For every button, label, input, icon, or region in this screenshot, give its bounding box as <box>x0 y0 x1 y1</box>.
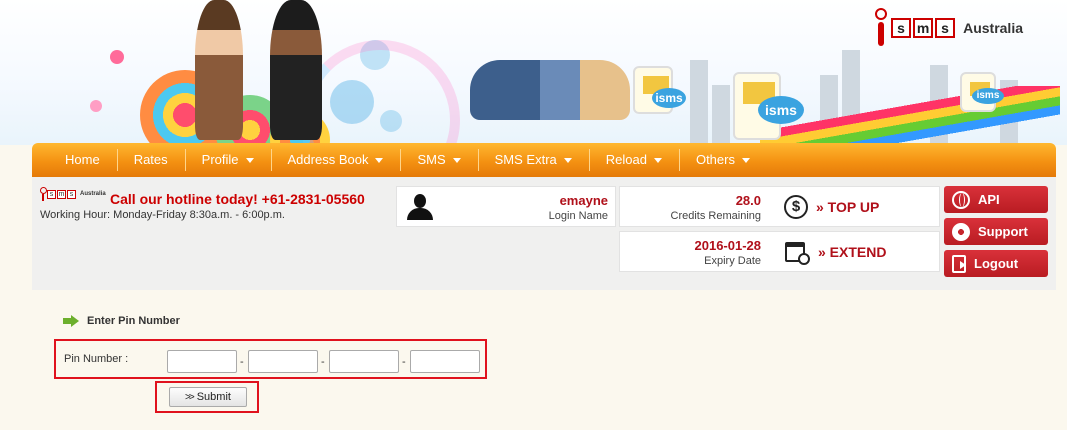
expiry-label: Expiry Date <box>704 255 761 267</box>
logo-letter: s <box>935 18 956 38</box>
submit-highlight: >> Submit <box>155 381 259 413</box>
credits-value: 28.0 <box>735 193 761 208</box>
caret-down-icon <box>653 158 662 164</box>
pin-input-2[interactable] <box>248 350 318 373</box>
nav-address-book[interactable]: Address Book <box>270 143 401 177</box>
decorative-rainbow-arc <box>300 40 460 145</box>
credits-card: 28.0 Credits Remaining $ » TOP UP <box>619 186 940 227</box>
pin-separator: - <box>402 356 406 368</box>
logout-icon <box>952 254 966 273</box>
login-name-label: Login Name <box>548 210 608 222</box>
logo-i-icon <box>873 8 889 48</box>
extend-button[interactable]: » EXTEND <box>784 238 934 266</box>
green-arrow-icon <box>63 315 79 327</box>
expiry-value: 2016-01-28 <box>694 238 762 253</box>
support-button[interactable]: Support <box>944 218 1048 245</box>
pin-separator: - <box>240 356 244 368</box>
pin-separator: - <box>321 356 325 368</box>
api-button[interactable]: API <box>944 186 1048 213</box>
banner-person-lying <box>470 60 630 120</box>
double-chevron-right-icon: >> <box>185 391 195 403</box>
logo-i-icon <box>40 187 47 201</box>
credits-label: Credits Remaining <box>670 210 761 222</box>
top-up-button[interactable]: $ » TOP UP <box>784 193 934 221</box>
nav-profile[interactable]: Profile <box>184 143 271 177</box>
logo-word: Australia <box>963 20 1023 36</box>
small-isms-logo: s m s Australia <box>40 187 106 201</box>
skyline-building <box>712 85 730 145</box>
user-card: emayne Login Name <box>396 186 616 227</box>
decorative-star <box>110 50 124 64</box>
caret-down-icon <box>563 158 572 164</box>
globe-icon <box>952 190 970 209</box>
isms-australia-logo[interactable]: s m s Australia <box>873 8 1023 48</box>
pin-section-title: Enter Pin Number <box>63 315 180 327</box>
nav-others[interactable]: Others <box>678 143 767 177</box>
nav-home[interactable]: Home <box>48 143 117 177</box>
banner-person <box>270 0 322 140</box>
pin-number-row: Pin Number : - - - <box>54 339 487 379</box>
working-hours-text: Working Hour: Monday-Friday 8:30a.m. - 6… <box>40 209 285 221</box>
account-info-panel: s m s Australia Call our hotline today! … <box>32 177 1056 290</box>
lifebuoy-icon <box>952 222 970 241</box>
decorative-star <box>90 100 102 112</box>
banner-person <box>195 0 243 140</box>
hotline-text: Call our hotline today! +61-2831-05560 <box>110 191 365 207</box>
nav-rates[interactable]: Rates <box>116 143 185 177</box>
caret-down-icon <box>245 158 254 164</box>
header-banner: isms isms isms s m s Australia <box>0 0 1067 145</box>
dollar-coin-icon: $ <box>784 195 808 219</box>
pin-number-label: Pin Number : <box>64 353 129 365</box>
skyline-building <box>690 60 708 145</box>
decorative-rainbow <box>760 86 1060 145</box>
pin-input-4[interactable] <box>410 350 480 373</box>
nav-sms[interactable]: SMS <box>400 143 477 177</box>
isms-bubble: isms <box>652 88 686 108</box>
caret-down-icon <box>452 158 461 164</box>
main-navigation: Home Rates Profile Address Book SMS SMS … <box>32 143 1056 177</box>
user-silhouette-icon <box>405 192 435 222</box>
caret-down-icon <box>375 158 384 164</box>
submit-button[interactable]: >> Submit <box>169 387 247 407</box>
pin-input-1[interactable] <box>167 350 237 373</box>
logo-letter: m <box>913 18 934 38</box>
nav-sms-extra[interactable]: SMS Extra <box>477 143 589 177</box>
expiry-card: 2016-01-28 Expiry Date » EXTEND <box>619 231 940 272</box>
logo-letter: s <box>891 18 912 38</box>
logout-button[interactable]: Logout <box>944 250 1048 277</box>
isms-bubble: isms <box>972 88 1004 104</box>
nav-reload[interactable]: Reload <box>588 143 679 177</box>
caret-down-icon <box>741 158 750 164</box>
isms-bubble: isms <box>758 96 804 124</box>
login-name-value: emayne <box>559 193 608 208</box>
pin-input-3[interactable] <box>329 350 399 373</box>
calendar-clock-icon <box>784 239 810 265</box>
